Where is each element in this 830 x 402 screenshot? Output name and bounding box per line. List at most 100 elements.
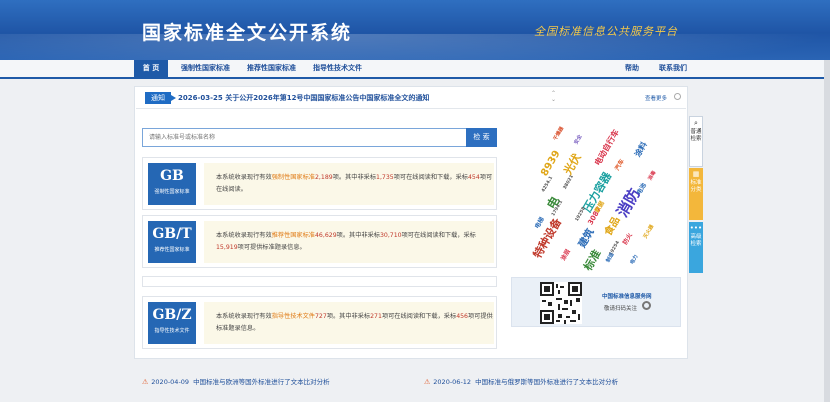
desc-text: 项可提供标准题录信息。 bbox=[237, 244, 306, 251]
news-item[interactable]: ⚠ 2020-06-12 中国标准与俄罗斯等国外标准进行了文本比对分析 bbox=[424, 376, 618, 386]
desc-type: 推荐性国家标准 bbox=[271, 232, 315, 239]
cloud-word[interactable]: 安全 bbox=[572, 133, 583, 146]
search-bar: 检 索 bbox=[142, 128, 497, 147]
more-icon: ••• bbox=[689, 224, 703, 232]
more-circle-icon[interactable] bbox=[674, 93, 681, 100]
gb-logo[interactable]: GB 强制性国家标准 bbox=[148, 163, 196, 205]
keyword-cloud: 干燥器 安全 电动自行车 8939 光伏 汽车 涂料 消防 压力容器 电 电池 … bbox=[511, 122, 681, 273]
tool-standard-category[interactable]: ▦ 标准分类 bbox=[689, 168, 703, 220]
header-banner: 国家标准全文公开系统 全国标准信息公共服务平台 bbox=[0, 0, 830, 60]
news-date: 2020-04-09 bbox=[151, 378, 190, 386]
standard-card-gbt[interactable]: GB/T 推荐性国家标准 本系统收录现行有效推荐性国家标准46,629项。其中非… bbox=[142, 215, 497, 268]
platform-slogan[interactable]: 全国标准信息公共服务平台 bbox=[534, 23, 678, 39]
notice-badge: 通知 bbox=[145, 92, 176, 104]
qr-title: 中国标准信息服务网 bbox=[602, 294, 652, 300]
desc-nonadopted: 1,735 bbox=[376, 174, 394, 181]
desc-text: 项可在线阅读和下载，采标 bbox=[393, 174, 468, 181]
cloud-word[interactable]: 干燥器 bbox=[552, 125, 566, 142]
cloud-word[interactable]: 食品 bbox=[600, 213, 623, 238]
site-title: 国家标准全文公开系统 bbox=[142, 22, 353, 44]
desc-adopted: 454 bbox=[468, 174, 480, 181]
search-button[interactable]: 检 索 bbox=[466, 128, 497, 147]
desc-text: 本系统收录现行有效 bbox=[216, 313, 272, 320]
gbt-logo[interactable]: GB/T 推荐性国家标准 bbox=[148, 221, 196, 263]
cloud-word[interactable]: 涂料 bbox=[632, 140, 650, 159]
page-scrollbar[interactable] bbox=[824, 60, 830, 402]
desc-text: 本系统收录现行有效 bbox=[216, 174, 272, 181]
standard-card-gbz[interactable]: GB/Z 指导性技术文件 本系统收录现行有效指导性技术文件727项。其中非采标2… bbox=[142, 296, 497, 349]
cloud-word[interactable]: 38021 bbox=[563, 174, 575, 190]
desc-text: 项。其中非采标 bbox=[336, 232, 380, 239]
desc-text: 本系统收录现行有效 bbox=[216, 232, 272, 239]
tool-label: 普通检索 bbox=[690, 129, 702, 142]
standard-code: GB/T bbox=[152, 226, 192, 242]
category-icon: ▦ bbox=[692, 170, 700, 178]
cloud-word[interactable]: 汽车 bbox=[612, 157, 626, 172]
cloud-word[interactable]: 标准 bbox=[580, 246, 605, 273]
standard-code: GB/Z bbox=[152, 307, 192, 323]
notice-text[interactable]: 2026-03-25 关于公开2026年第12号中国国家标准公告中国家标准全文的… bbox=[178, 93, 429, 103]
nav-help[interactable]: 帮助 bbox=[616, 60, 648, 77]
desc-text: 项。其中非采标 bbox=[332, 174, 377, 181]
news-title[interactable]: 中国标准与俄罗斯等国外标准进行了文本比对分析 bbox=[475, 378, 618, 386]
desc-adopted: 456 bbox=[456, 313, 468, 320]
desc-text: 项。其中非采标 bbox=[326, 313, 371, 320]
standard-card-gb[interactable]: GB 强制性国家标准 本系统收录现行有效强制性国家标准2,189项。其中非采标1… bbox=[142, 157, 497, 210]
search-input[interactable] bbox=[142, 128, 467, 147]
search-icon: ⌕ bbox=[694, 119, 698, 127]
news-date: 2020-06-12 bbox=[433, 378, 472, 386]
cloud-word[interactable]: 4254.1 bbox=[541, 176, 554, 194]
qr-caption: 敬请扫码关注 bbox=[604, 306, 638, 312]
notice-scroll-arrows[interactable]: ⌃ ⌄ bbox=[551, 91, 556, 103]
tool-label: 高级检索 bbox=[690, 234, 702, 247]
warning-icon: ⚠ bbox=[142, 378, 149, 386]
desc-total: 727 bbox=[315, 313, 327, 320]
cloud-word[interactable]: 消毒 bbox=[646, 169, 657, 182]
cloud-word[interactable]: 19258 bbox=[575, 206, 587, 222]
tool-basic-search[interactable]: ⌕ 普通检索 bbox=[689, 116, 703, 167]
standard-code: GB bbox=[160, 168, 184, 184]
magnifier-icon bbox=[642, 301, 651, 310]
desc-text: 项可在线阅读和下载，采标 bbox=[401, 232, 476, 239]
desc-adopted: 15,919 bbox=[216, 244, 238, 251]
tool-advanced-search[interactable]: ••• 高级检索 bbox=[689, 222, 703, 273]
cloud-word[interactable]: 涂层 bbox=[558, 247, 572, 262]
cloud-word[interactable]: 电力 bbox=[628, 253, 639, 266]
qr-promo: 中国标准信息服务网 敬请扫码关注 bbox=[511, 277, 681, 327]
standard-description: 本系统收录现行有效推荐性国家标准46,629项。其中非采标30,710项可在线阅… bbox=[204, 221, 494, 263]
cloud-word[interactable]: 光伏 bbox=[560, 150, 585, 177]
standard-type-label: 指导性技术文件 bbox=[154, 328, 190, 334]
desc-type: 指导性技术文件 bbox=[271, 313, 315, 320]
cloud-word[interactable]: 灭火器 bbox=[642, 223, 656, 240]
chevron-down-icon[interactable]: ⌄ bbox=[551, 97, 556, 103]
gbz-logo[interactable]: GB/Z 指导性技术文件 bbox=[148, 302, 196, 344]
standard-type-label: 推荐性国家标准 bbox=[154, 247, 190, 253]
banner-decoration bbox=[0, 34, 830, 60]
nav-recommended-standards[interactable]: 推荐性国家标准 bbox=[238, 60, 305, 77]
nav-contact-us[interactable]: 联系我们 bbox=[650, 60, 696, 77]
main-nav: 首 页 强制性国家标准 推荐性国家标准 指导性技术文件 帮助 联系我们 bbox=[0, 60, 830, 79]
desc-total: 46,629 bbox=[315, 232, 337, 239]
warning-icon: ⚠ bbox=[424, 378, 431, 386]
desc-nonadopted: 271 bbox=[370, 313, 382, 320]
desc-type: 强制性国家标准 bbox=[271, 174, 315, 181]
standard-type-label: 强制性国家标准 bbox=[154, 189, 190, 195]
tool-label: 标准分类 bbox=[690, 180, 702, 193]
news-item[interactable]: ⚠ 2020-04-09 中国标准与欧洲等国外标准进行了文本比对分析 bbox=[142, 376, 330, 386]
desc-text: 项可在线阅读和下载，采标 bbox=[381, 313, 457, 320]
view-more-link[interactable]: 查看更多 bbox=[645, 94, 667, 102]
cloud-word[interactable]: 8939 bbox=[539, 149, 562, 179]
nav-mandatory-standards[interactable]: 强制性国家标准 bbox=[172, 60, 239, 77]
notice-bar: 通知 2026-03-25 关于公开2026年第12号中国国家标准公告中国家标准… bbox=[136, 87, 686, 109]
standard-description: 本系统收录现行有效指导性技术文件727项。其中非采标271项可在线阅读和下载，采… bbox=[204, 302, 494, 344]
desc-total: 2,189 bbox=[315, 174, 333, 181]
desc-nonadopted: 30,710 bbox=[379, 232, 402, 239]
empty-strip bbox=[142, 276, 497, 287]
news-title[interactable]: 中国标准与欧洲等国外标准进行了文本比对分析 bbox=[193, 378, 330, 386]
nav-home[interactable]: 首 页 bbox=[134, 60, 168, 77]
cloud-word[interactable]: 防火 bbox=[620, 231, 634, 246]
cloud-word[interactable]: 建筑 bbox=[574, 225, 597, 250]
cloud-word[interactable]: 制造 bbox=[604, 251, 615, 264]
nav-guidance-documents[interactable]: 指导性技术文件 bbox=[304, 60, 371, 77]
qr-code[interactable] bbox=[540, 282, 582, 324]
